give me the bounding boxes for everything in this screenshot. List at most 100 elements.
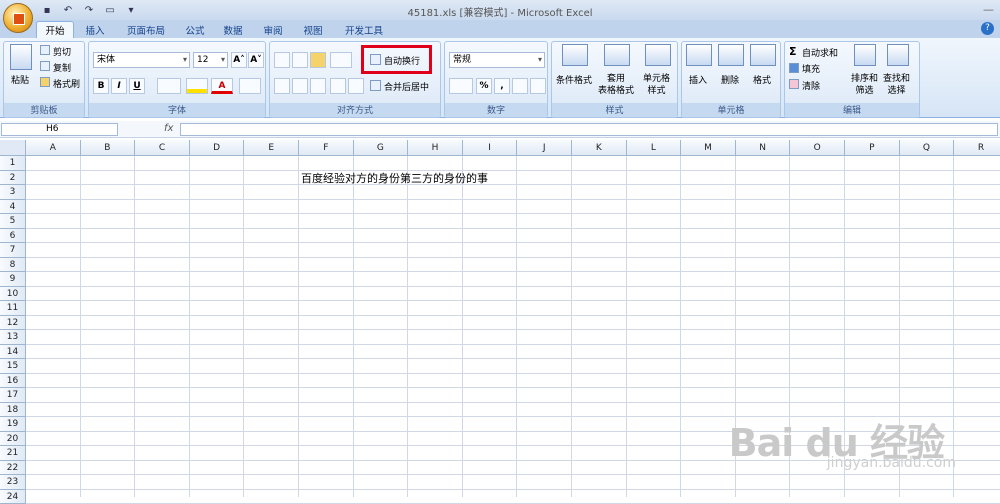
select-all-corner[interactable] (0, 140, 26, 156)
row-header-2[interactable]: 2 (0, 171, 26, 186)
increase-indent-icon[interactable] (348, 78, 364, 94)
conditional-format-button[interactable]: 条件格式 (556, 73, 592, 86)
align-right-icon[interactable] (310, 78, 326, 94)
merge-center-button[interactable]: 合并后居中 (384, 80, 429, 93)
shrink-font-button[interactable]: A˅ (248, 52, 264, 68)
cell-F2-value[interactable]: 百度经验对方的身份第三方的身份的事 (301, 170, 488, 186)
row-header-17[interactable]: 17 (0, 388, 26, 403)
column-header-N[interactable]: N (736, 140, 791, 156)
align-bottom-icon[interactable] (310, 52, 326, 68)
redo-icon[interactable]: ↷ (80, 3, 98, 17)
office-button[interactable] (3, 3, 33, 33)
column-header-H[interactable]: H (408, 140, 463, 156)
save-icon[interactable]: ▪ (38, 3, 56, 17)
row-header-7[interactable]: 7 (0, 243, 26, 258)
row-header-12[interactable]: 12 (0, 316, 26, 331)
row-header-1[interactable]: 1 (0, 156, 26, 171)
fill-button[interactable]: 填充 (802, 62, 820, 75)
help-icon[interactable]: ? (981, 22, 994, 35)
cell-styles-button[interactable]: 单元格 样式 (643, 73, 670, 97)
column-header-O[interactable]: O (790, 140, 845, 156)
column-header-F[interactable]: F (299, 140, 354, 156)
insert-cells-button[interactable]: 插入 (689, 73, 707, 86)
row-header-20[interactable]: 20 (0, 432, 26, 447)
align-top-icon[interactable] (274, 52, 290, 68)
align-middle-icon[interactable] (292, 52, 308, 68)
row-header-5[interactable]: 5 (0, 214, 26, 229)
customize-qat-icon[interactable]: ▾ (122, 3, 140, 17)
print-preview-icon[interactable]: ▭ (101, 3, 119, 17)
align-left-icon[interactable] (274, 78, 290, 94)
increase-decimal-icon[interactable] (512, 78, 528, 94)
number-format-select[interactable]: 常规 (449, 52, 545, 68)
column-header-K[interactable]: K (572, 140, 627, 156)
row-header-3[interactable]: 3 (0, 185, 26, 200)
column-header-Q[interactable]: Q (900, 140, 955, 156)
row-header-6[interactable]: 6 (0, 229, 26, 244)
tab-insert[interactable]: 插入 (78, 21, 112, 38)
grow-font-button[interactable]: A˄ (231, 52, 247, 68)
column-header-C[interactable]: C (135, 140, 190, 156)
comma-button[interactable]: , (494, 78, 510, 94)
format-painter-button[interactable]: 格式刷 (53, 77, 80, 90)
column-header-P[interactable]: P (845, 140, 900, 156)
row-header-22[interactable]: 22 (0, 461, 26, 476)
italic-button[interactable]: I (111, 78, 127, 94)
autosum-button[interactable]: 自动求和 (802, 46, 838, 59)
row-header-11[interactable]: 11 (0, 301, 26, 316)
paste-icon[interactable] (10, 44, 32, 70)
row-header-13[interactable]: 13 (0, 330, 26, 345)
underline-button[interactable]: U (129, 78, 145, 94)
delete-cells-button[interactable]: 删除 (721, 73, 739, 86)
row-header-16[interactable]: 16 (0, 374, 26, 389)
undo-icon[interactable]: ↶ (59, 3, 77, 17)
tab-review[interactable]: 审阅 (256, 21, 290, 38)
tab-formulas[interactable]: 公式 (178, 21, 212, 38)
column-header-J[interactable]: J (517, 140, 572, 156)
name-box[interactable]: H6 (1, 123, 118, 136)
font-size-select[interactable]: 12 (193, 52, 228, 68)
format-as-table-button[interactable]: 套用 表格格式 (598, 73, 634, 97)
borders-icon[interactable] (157, 78, 181, 94)
row-header-8[interactable]: 8 (0, 258, 26, 273)
tab-page-layout[interactable]: 页面布局 (118, 21, 174, 38)
column-header-M[interactable]: M (681, 140, 736, 156)
row-header-19[interactable]: 19 (0, 417, 26, 432)
copy-button[interactable]: 复制 (53, 61, 71, 74)
row-header-18[interactable]: 18 (0, 403, 26, 418)
clear-button[interactable]: 清除 (802, 79, 820, 92)
row-header-23[interactable]: 23 (0, 475, 26, 490)
column-header-I[interactable]: I (463, 140, 518, 156)
row-header-14[interactable]: 14 (0, 345, 26, 360)
column-header-R[interactable]: R (954, 140, 1000, 156)
format-cells-button[interactable]: 格式 (753, 73, 771, 86)
decrease-indent-icon[interactable] (330, 78, 346, 94)
tab-data[interactable]: 数据 (216, 21, 250, 38)
row-header-10[interactable]: 10 (0, 287, 26, 302)
formula-input[interactable] (180, 123, 998, 136)
column-header-L[interactable]: L (627, 140, 682, 156)
sort-filter-button[interactable]: 排序和 筛选 (851, 73, 878, 97)
column-header-G[interactable]: G (354, 140, 409, 156)
insert-function-icon[interactable]: fx (164, 123, 173, 134)
column-header-A[interactable]: A (26, 140, 81, 156)
fill-color-icon[interactable] (186, 78, 208, 94)
column-header-D[interactable]: D (190, 140, 245, 156)
bold-button[interactable]: B (93, 78, 109, 94)
column-header-E[interactable]: E (244, 140, 299, 156)
align-center-icon[interactable] (292, 78, 308, 94)
paste-button[interactable]: 粘贴 (11, 73, 29, 86)
percent-button[interactable]: % (476, 78, 492, 94)
decrease-decimal-icon[interactable] (530, 78, 546, 94)
window-controls[interactable]: — (983, 3, 994, 16)
row-header-15[interactable]: 15 (0, 359, 26, 374)
find-select-button[interactable]: 查找和 选择 (883, 73, 910, 97)
row-header-9[interactable]: 9 (0, 272, 26, 287)
tab-home[interactable]: 开始 (36, 21, 74, 38)
tab-view[interactable]: 视图 (296, 21, 330, 38)
row-header-4[interactable]: 4 (0, 200, 26, 215)
phonetic-icon[interactable] (239, 78, 261, 94)
row-header-21[interactable]: 21 (0, 446, 26, 461)
currency-icon[interactable] (449, 78, 473, 94)
column-header-B[interactable]: B (81, 140, 136, 156)
